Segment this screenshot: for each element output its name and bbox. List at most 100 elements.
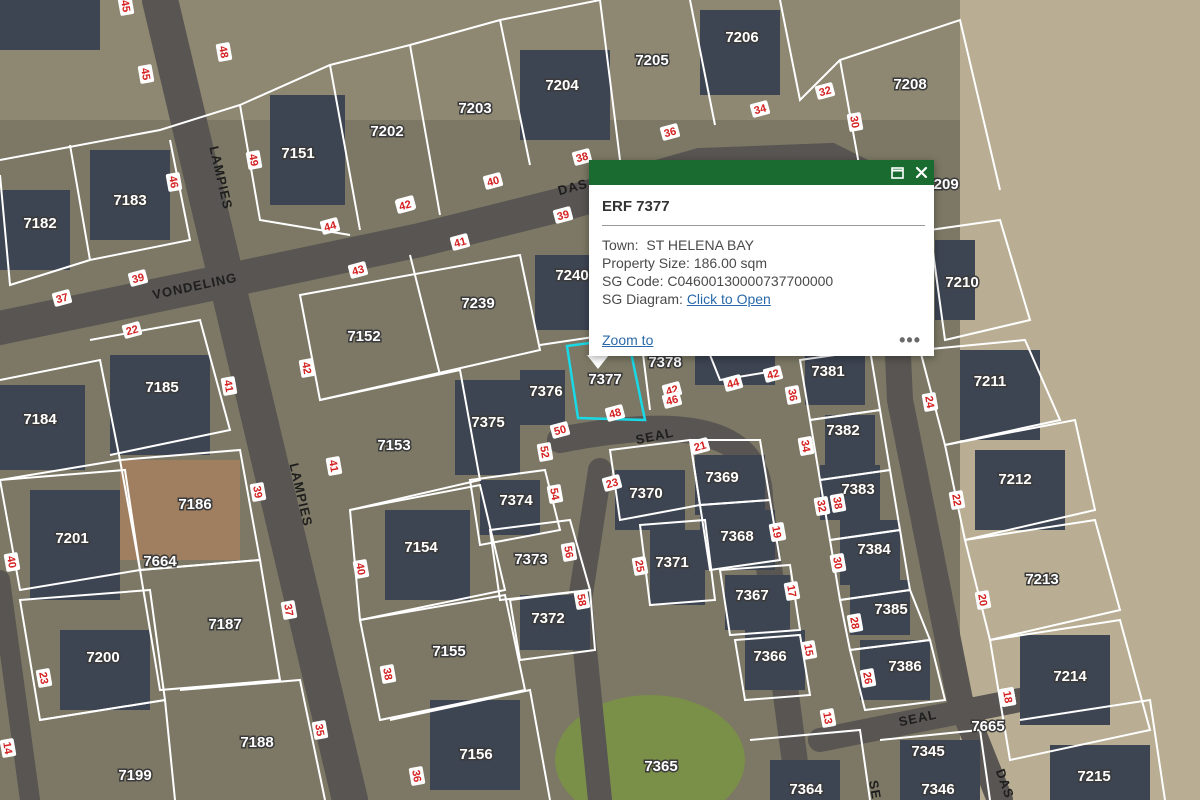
- erf-number-label: 7240: [555, 267, 588, 284]
- erf-number-label: 7152: [347, 328, 380, 345]
- erf-number-label: 7384: [857, 541, 891, 558]
- sg-diagram-row: SG Diagram: Click to Open: [602, 290, 921, 308]
- erf-number-label: 7186: [178, 496, 211, 513]
- town-value: ST HELENA BAY: [646, 237, 754, 253]
- erf-number-label: 7215: [1077, 768, 1110, 785]
- erf-number-label: 7204: [545, 77, 579, 94]
- erf-number-label: 7211: [974, 373, 1007, 390]
- erf-number-label: 7208: [893, 76, 926, 93]
- property-size-label: Property Size:: [602, 255, 690, 271]
- erf-number-label: 7156: [459, 746, 492, 763]
- svg-text:41: 41: [221, 379, 235, 393]
- popup-title: ERF 7377: [602, 198, 925, 226]
- svg-text:46: 46: [166, 175, 180, 189]
- erf-number-label: 7386: [888, 658, 921, 675]
- svg-text:40: 40: [353, 562, 367, 576]
- erf-number-label: 7367: [735, 587, 768, 604]
- erf-number-label: 7372: [531, 610, 564, 627]
- svg-text:39: 39: [250, 485, 264, 499]
- popup-pointer: [587, 355, 609, 369]
- property-size-row: Property Size: 186.00 sqm: [602, 254, 921, 272]
- svg-text:35: 35: [312, 723, 326, 737]
- parcel-info-popup: ERF 7377 Town: ST HELENA BAY Property Si…: [589, 160, 934, 356]
- sg-diagram-label: SG Diagram:: [602, 291, 683, 307]
- erf-number-label: 7370: [629, 485, 662, 502]
- erf-number-label: 7365: [644, 758, 677, 775]
- svg-text:18: 18: [1000, 690, 1014, 704]
- erf-number-label: 7201: [55, 530, 88, 547]
- erf-number-label: 7345: [911, 743, 944, 760]
- erf-number-label: 7200: [86, 649, 119, 666]
- zoom-to-link[interactable]: Zoom to: [602, 332, 653, 348]
- svg-text:45: 45: [138, 67, 152, 81]
- erf-number-label: 7239: [461, 295, 494, 312]
- svg-text:30: 30: [847, 115, 861, 129]
- svg-text:36: 36: [409, 769, 423, 783]
- erf-number-label: 7183: [113, 192, 146, 209]
- svg-text:23: 23: [36, 671, 50, 685]
- popup-footer: Zoom to •••: [602, 331, 921, 349]
- erf-number-label: 7151: [281, 145, 314, 162]
- erf-number-label: 7368: [720, 528, 753, 545]
- erf-number-label: 7383: [841, 481, 874, 498]
- erf-number-label: 7374: [499, 492, 533, 509]
- svg-text:37: 37: [281, 603, 295, 617]
- town-row: Town: ST HELENA BAY: [602, 236, 921, 254]
- erf-number-label: 7369: [705, 469, 738, 486]
- svg-text:56: 56: [561, 545, 575, 559]
- erf-number-label: 7378: [648, 354, 681, 371]
- town-label: Town:: [602, 237, 639, 253]
- more-actions-button[interactable]: •••: [899, 331, 921, 349]
- erf-number-label: 7376: [529, 383, 562, 400]
- erf-number-label: 7202: [370, 123, 403, 140]
- svg-text:45: 45: [118, 0, 132, 13]
- erf-number-label: 7375: [471, 414, 504, 431]
- erf-number-label: 7199: [118, 767, 151, 784]
- svg-text:42: 42: [299, 361, 313, 375]
- map-canvas[interactable]: LAMPIES LAMPIES VONDELING DAS SEAL SEAL …: [0, 0, 1200, 800]
- erf-number-label: 7212: [998, 471, 1031, 488]
- property-size-value: 186.00 sqm: [693, 255, 767, 271]
- svg-text:32: 32: [814, 499, 828, 513]
- svg-text:41: 41: [326, 459, 340, 473]
- erf-number-label: 7213: [1025, 571, 1058, 588]
- erf-number-label: 7214: [1053, 668, 1087, 685]
- sg-code-label: SG Code:: [602, 273, 664, 289]
- popup-header: [589, 160, 934, 185]
- svg-text:22: 22: [949, 493, 963, 507]
- sg-diagram-link[interactable]: Click to Open: [687, 291, 771, 307]
- svg-text:26: 26: [860, 671, 874, 685]
- erf-number-label: 7182: [23, 215, 56, 232]
- erf-number-label: 7210: [945, 274, 978, 291]
- maximize-icon[interactable]: [888, 164, 906, 182]
- svg-text:38: 38: [830, 496, 844, 510]
- erf-number-label: 7385: [874, 601, 907, 618]
- erf-number-label: 7381: [811, 363, 844, 380]
- svg-text:38: 38: [380, 667, 394, 681]
- erf-number-label: 7187: [208, 616, 241, 633]
- svg-text:52: 52: [537, 445, 551, 459]
- close-icon[interactable]: [912, 164, 930, 182]
- svg-text:48: 48: [216, 45, 230, 59]
- sg-code-row: SG Code: C04600130000737700000: [602, 272, 921, 290]
- erf-number-label: 7153: [377, 437, 410, 454]
- erf-number-label: 7155: [432, 643, 465, 660]
- svg-text:15: 15: [801, 643, 815, 657]
- street-name-label: SE: [866, 779, 884, 800]
- svg-text:58: 58: [574, 593, 588, 607]
- erf-number-label: 7346: [921, 781, 954, 798]
- svg-text:13: 13: [820, 711, 834, 725]
- erf-number-label: 7371: [655, 554, 688, 571]
- svg-text:40: 40: [4, 555, 18, 569]
- erf-number-label: 7377: [588, 371, 621, 388]
- svg-text:30: 30: [830, 556, 844, 570]
- erf-number-label: 7366: [753, 648, 786, 665]
- svg-text:49: 49: [246, 153, 260, 167]
- svg-text:17: 17: [784, 584, 798, 598]
- erf-number-label: 7184: [23, 411, 57, 428]
- popup-attributes: Town: ST HELENA BAY Property Size: 186.0…: [602, 236, 921, 308]
- erf-number-label: 7154: [404, 539, 438, 556]
- erf-number-label: 7188: [240, 734, 273, 751]
- erf-number-label: 7205: [635, 52, 668, 69]
- svg-text:36: 36: [785, 388, 799, 402]
